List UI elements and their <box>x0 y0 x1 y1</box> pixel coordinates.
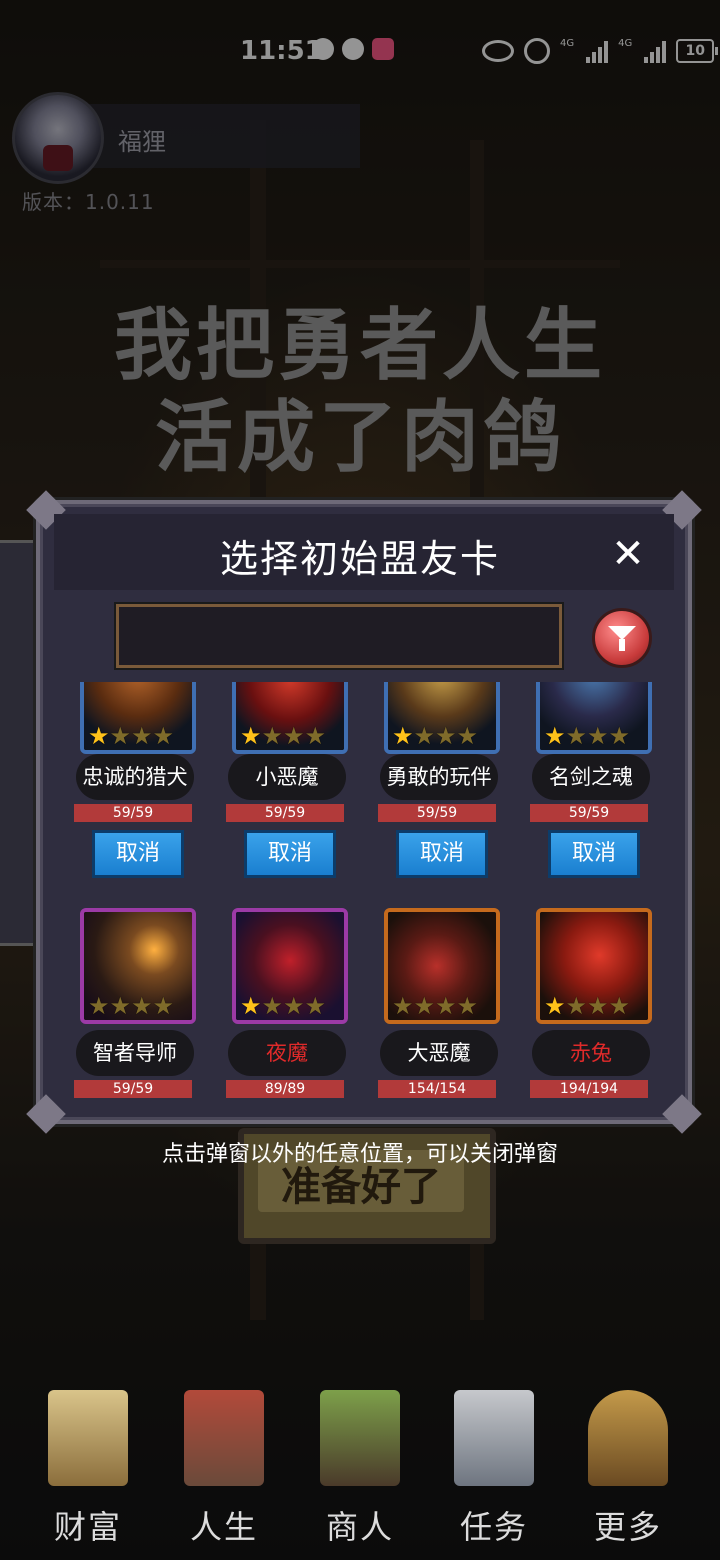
shop-icon <box>320 1390 400 1486</box>
card-hp: 59/59 <box>226 804 344 822</box>
star-rating: ★ ★ ★ ★ <box>392 722 479 750</box>
card-name: 智者导师 <box>76 1030 194 1076</box>
card-name: 忠诚的猎犬 <box>76 754 194 800</box>
nav-label: 更多 <box>593 1508 662 1546</box>
dialog-title: 选择初始盟友卡 <box>219 537 500 581</box>
close-button[interactable]: ✕ <box>606 532 650 576</box>
card-portrait: ★ ★ ★ ★ <box>384 908 500 1024</box>
card-hp: 59/59 <box>74 804 192 822</box>
card-hp: 59/59 <box>74 1080 192 1098</box>
card-name: 赤兔 <box>532 1030 650 1076</box>
card-portrait: ★ ★ ★ ★ <box>80 682 196 754</box>
card-name: 名剑之魂 <box>532 754 650 800</box>
cancel-button[interactable]: 取消 <box>92 830 184 878</box>
nav-item-life[interactable]: 人生 <box>154 1380 294 1560</box>
nav-label: 商人 <box>325 1508 394 1546</box>
card-name: 小恶魔 <box>228 754 346 800</box>
card-hp: 194/194 <box>530 1080 648 1098</box>
card-name: 大恶魔 <box>380 1030 498 1076</box>
card-portrait: ★ ★ ★ ★ <box>232 908 348 1024</box>
card-hp: 154/154 <box>378 1080 496 1098</box>
card-name: 勇敢的玩伴 <box>380 754 498 800</box>
bottom-nav: 财富 人生 商人 任务 更多 <box>0 1380 720 1560</box>
cancel-button[interactable]: 取消 <box>244 830 336 878</box>
cancel-button[interactable]: 取消 <box>396 830 488 878</box>
filter-icon[interactable] <box>592 608 652 668</box>
card-grid: ★ ★ ★ ★ 忠诚的猎犬 59/59 取消 ★ ★ ★ ★ 小恶魔 59/59 取消 ★ ★ <box>70 682 662 1102</box>
nav-item-more[interactable]: 更多 <box>558 1380 698 1560</box>
star-rating: ★ ★ ★ ★ <box>392 992 479 1020</box>
close-hint: 点击弹窗以外的任意位置，可以关闭弹窗 <box>161 1142 558 1167</box>
cancel-button[interactable]: 取消 <box>548 830 640 878</box>
star-rating: ★ ★ ★ ★ <box>544 722 631 750</box>
quest-icon <box>454 1390 534 1486</box>
nav-item-quest[interactable]: 任务 <box>424 1380 564 1560</box>
card-portrait: ★ ★ ★ ★ <box>80 908 196 1024</box>
card-portrait: ★ ★ ★ ★ <box>232 682 348 754</box>
star-rating: ★ ★ ★ ★ <box>240 722 327 750</box>
card-portrait: ★ ★ ★ ★ <box>536 908 652 1024</box>
star-rating: ★ ★ ★ ★ <box>88 992 175 1020</box>
search-input[interactable] <box>114 602 564 670</box>
card-portrait: ★ ★ ★ ★ <box>536 682 652 754</box>
nav-item-wealth[interactable]: 财富 <box>18 1380 158 1560</box>
castle-icon <box>48 1390 128 1486</box>
nav-label: 人生 <box>189 1508 258 1546</box>
tower-icon <box>184 1390 264 1486</box>
card-hp: 89/89 <box>226 1080 344 1098</box>
star-rating: ★ ★ ★ ★ <box>240 992 327 1020</box>
nav-label: 任务 <box>459 1508 528 1546</box>
card-hp: 59/59 <box>378 804 496 822</box>
card-hp: 59/59 <box>530 804 648 822</box>
nav-item-merchant[interactable]: 商人 <box>290 1380 430 1560</box>
select-ally-dialog: 选择初始盟友卡 ✕ ★ ★ ★ ★ 忠诚的猎犬 59/59 取消 ★ ★ ★ ★ 小恶魔 <box>26 490 702 1134</box>
card-name: 夜魔 <box>228 1030 346 1076</box>
more-icon <box>588 1390 668 1486</box>
star-rating: ★ ★ ★ ★ <box>88 722 175 750</box>
star-rating: ★ ★ ★ ★ <box>544 992 631 1020</box>
card-portrait: ★ ★ ★ ★ <box>384 682 500 754</box>
nav-label: 财富 <box>53 1508 122 1546</box>
